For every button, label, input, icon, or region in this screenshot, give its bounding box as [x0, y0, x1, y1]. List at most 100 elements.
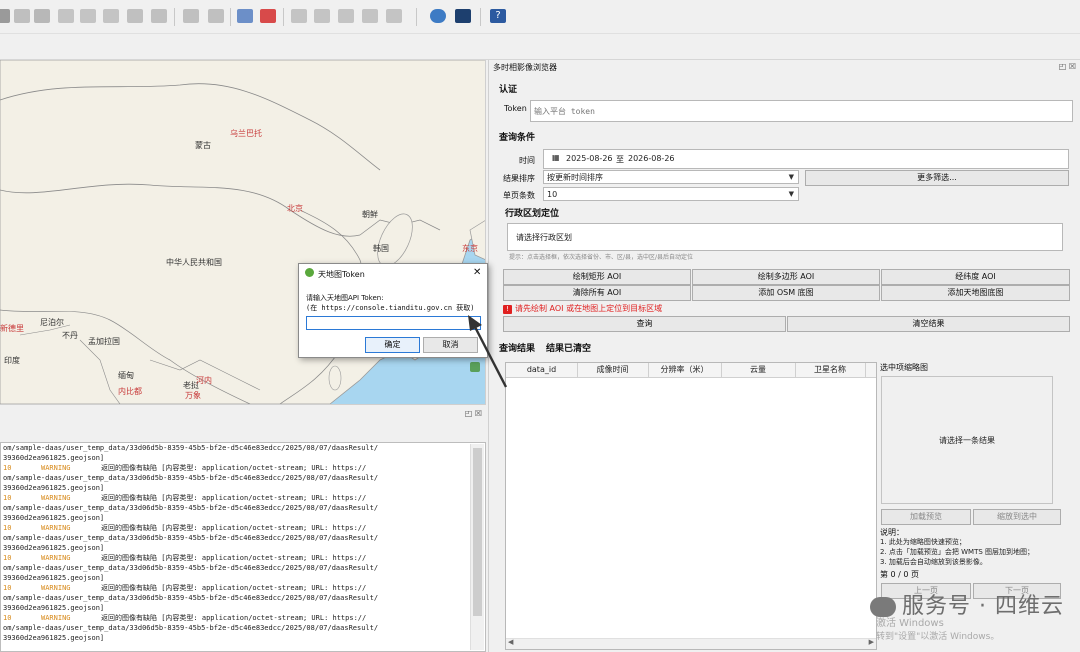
toolbar-separator [230, 8, 231, 26]
map-label-ulanbator: 乌兰巴托 [230, 129, 262, 138]
chevron-down-icon: ▼ [788, 190, 794, 198]
calendar-icon[interactable]: ▦ [552, 153, 560, 162]
token-dialog: 天地图Token ✕ 请输入天地图API Token: (在 https://c… [298, 263, 488, 358]
sort-select[interactable]: 按更新时间排序 ▼ [543, 170, 799, 184]
column-header[interactable]: data_id [506, 363, 578, 377]
label-show-icon[interactable] [386, 9, 402, 23]
log-time: 10 [3, 554, 12, 562]
ok-button[interactable]: 确定 [365, 337, 420, 353]
page-size-select[interactable]: 10 ▼ [543, 187, 799, 201]
start-date[interactable]: 2025-08-26 [566, 154, 613, 163]
label-move-icon[interactable] [291, 9, 307, 23]
log-lines: om/sample-daas/user_temp_data/33d06d5b-8… [1, 443, 485, 643]
close-icon[interactable]: ✕ [473, 267, 481, 278]
annotation-icon[interactable] [208, 9, 224, 23]
log-line: 39360d2ea961825.geojson] [1, 603, 485, 613]
log-message: 返回的图像有缺陷 [内容类型: application/octet-stream… [101, 554, 367, 562]
zoom-to-selected-button[interactable]: 缩放到选中 [973, 509, 1061, 525]
scroll-left-icon[interactable]: ◀ [508, 638, 513, 646]
log-scrollbar-thumb[interactable] [473, 448, 482, 616]
delete-icon[interactable] [34, 9, 50, 23]
save-edits-icon[interactable] [14, 9, 30, 23]
results-table-header: data_id 成像时间 分辨率（米） 云量 卫星名称 [506, 363, 876, 378]
aoi-button[interactable]: 添加 OSM 底图 [692, 285, 880, 301]
column-header[interactable]: 卫星名称 [795, 363, 866, 377]
map-label-bangladesh: 孟加拉国 [88, 337, 120, 346]
dock-float-close-icon[interactable]: ◰ ☒ [1059, 62, 1076, 71]
region-section-title: 行政区划定位 [505, 209, 560, 219]
log-line: 39360d2ea961825.geojson] [1, 513, 485, 523]
aoi-button[interactable]: 绘制多边形 AOI [692, 269, 880, 285]
column-header[interactable]: 云量 [721, 363, 796, 377]
aoi-button[interactable]: 添加天地图底图 [881, 285, 1070, 301]
log-level: WARNING [41, 614, 71, 622]
paste-icon[interactable] [103, 9, 119, 23]
aoi-button[interactable]: 绘制矩形 AOI [503, 269, 691, 285]
map-label-naypyidaw: 内比都 [118, 387, 142, 396]
label-change-icon[interactable] [338, 9, 354, 23]
warning-text: 请先绘制 AOI 或在地图上定位到目标区域 [515, 304, 663, 313]
log-line: om/sample-daas/user_temp_data/33d06d5b-8… [1, 563, 485, 573]
toolbar-separator [283, 8, 284, 26]
log-line: 10 WARNING 返回的图像有缺陷 [内容类型: application/oct… [1, 493, 485, 503]
imagery-browser-dock: 多时相影像浏览器 ◰ ☒ 认证 Token 查询条件 时间 ▦ 2025-08-… [488, 60, 1080, 652]
notes-list: 1. 此处为缩略图快速预览； 2. 点击「加载预览」会把 WMTS 图层加到地图；… [880, 537, 1080, 567]
log-line: 39360d2ea961825.geojson] [1, 573, 485, 583]
log-path: om/sample-daas/user_temp_data/33d06d5b-8… [3, 444, 379, 452]
clear-results-button[interactable]: 清空结果 [787, 316, 1070, 332]
end-date[interactable]: 2026-08-26 [628, 154, 675, 163]
log-line: 10 WARNING 返回的图像有缺陷 [内容类型: application/oct… [1, 583, 485, 593]
float-close-icon[interactable]: ◰ ☒ [465, 409, 482, 418]
warning-icon: ! [503, 305, 512, 314]
label-rotate-icon[interactable] [314, 9, 330, 23]
column-header[interactable]: 分辨率（米） [648, 363, 722, 377]
date-range-field[interactable]: ▦ 2025-08-26 至 2026-08-26 [543, 149, 1069, 169]
page-size-value: 10 [547, 190, 558, 199]
map-label-vientiane: 万象 [185, 391, 201, 400]
log-level: WARNING [41, 554, 71, 562]
log-messages[interactable]: om/sample-daas/user_temp_data/33d06d5b-8… [0, 442, 486, 652]
aoi-button[interactable]: 经纬度 AOI [881, 269, 1070, 285]
help-icon[interactable]: ? [490, 9, 506, 23]
map-label-myanmar: 缅甸 [118, 371, 134, 380]
query-button[interactable]: 查询 [503, 316, 786, 332]
token-input[interactable] [530, 100, 1073, 122]
column-header[interactable]: 成像时间 [577, 363, 649, 377]
log-line: 39360d2ea961825.geojson] [1, 633, 485, 643]
log-path: 39360d2ea961825.geojson] [3, 574, 105, 582]
log-path: 39360d2ea961825.geojson] [3, 604, 105, 612]
redo-icon[interactable] [151, 9, 167, 23]
results-table[interactable]: data_id 成像时间 分辨率（米） 云量 卫星名称 ◀ ▶ [505, 362, 877, 650]
load-preview-button[interactable]: 加载预览 [881, 509, 971, 525]
cut-icon[interactable] [58, 9, 74, 23]
copy-icon[interactable] [80, 9, 96, 23]
log-level: WARNING [41, 464, 71, 472]
scroll-right-icon[interactable]: ▶ [869, 638, 874, 646]
log-time: 10 [3, 584, 12, 592]
region-select[interactable]: 请选择行政区划 [507, 223, 1063, 251]
undo-icon[interactable] [127, 9, 143, 23]
note-line: 3. 加载后会自动缩放到该景影像。 [880, 558, 987, 566]
log-level: WARNING [41, 494, 71, 502]
plugin-icon[interactable] [455, 9, 471, 23]
python-icon[interactable] [430, 9, 446, 23]
aoi-button[interactable]: 清除所有 AOI [503, 285, 691, 301]
label-remove-icon[interactable] [260, 9, 276, 23]
label-pin-all-icon[interactable] [362, 9, 378, 23]
label-tool-icon[interactable] [183, 9, 199, 23]
table-h-scrollbar[interactable]: ◀ ▶ [506, 638, 876, 649]
log-message: 返回的图像有缺陷 [内容类型: application/octet-stream… [101, 584, 367, 592]
to-text: 至 [616, 155, 624, 164]
log-message: 返回的图像有缺陷 [内容类型: application/octet-stream… [101, 524, 367, 532]
more-filter-button[interactable]: 更多筛选... [805, 170, 1069, 186]
overflow-icon[interactable] [0, 9, 10, 23]
log-line: 10 WARNING 返回的图像有缺陷 [内容类型: application/oct… [1, 463, 485, 473]
time-label: 时间 [519, 156, 535, 165]
map-label-china: 中华人民共和国 [166, 258, 222, 267]
preview-title: 选中项缩略图 [880, 363, 928, 372]
label-pin-icon[interactable] [237, 9, 253, 23]
thumbnail-placeholder: 请选择一条结果 [939, 436, 995, 445]
log-scrollbar[interactable] [470, 444, 484, 650]
token-dialog-input[interactable] [306, 316, 481, 330]
map-label-india: 印度 [4, 356, 20, 365]
